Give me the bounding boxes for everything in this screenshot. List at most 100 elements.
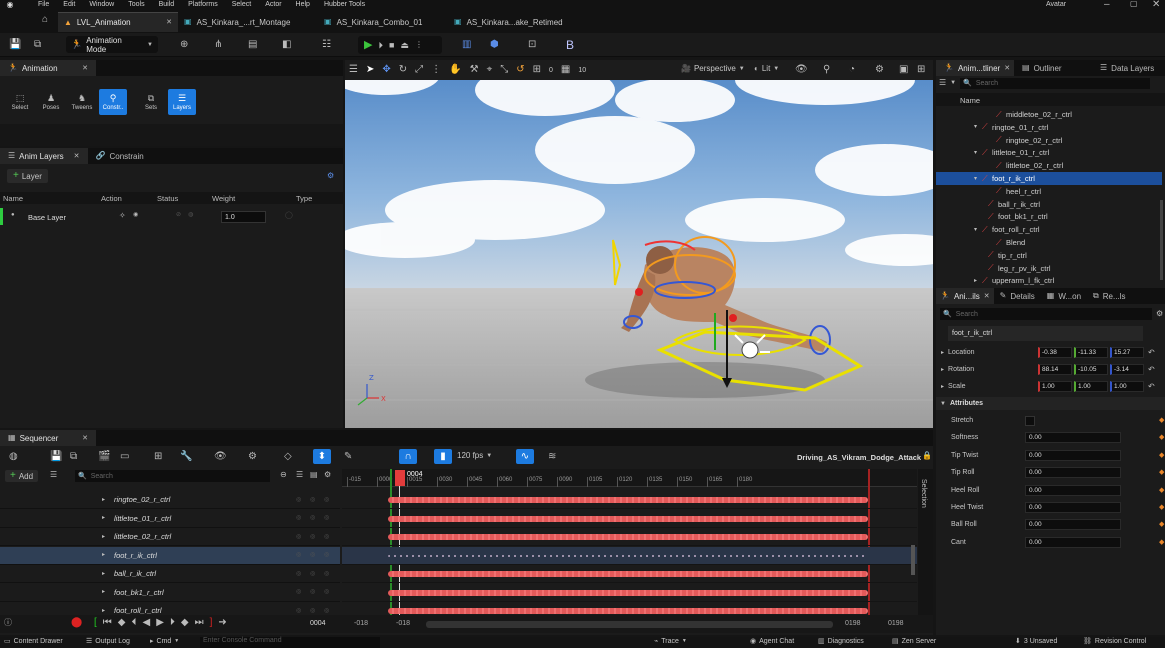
revision-control-button[interactable]: ⛓ Revision Control bbox=[1083, 638, 1146, 645]
camera-icon[interactable]: ⊡ bbox=[528, 40, 536, 50]
stats-icon[interactable]: ▥ bbox=[462, 40, 471, 50]
outliner-item[interactable]: ⟋ heel_r_ctrl bbox=[936, 185, 1162, 198]
world-local-icon[interactable]: ⌖ bbox=[487, 65, 493, 75]
playback-options-icon[interactable]: ⚙ bbox=[248, 452, 257, 462]
camera-cut-icon[interactable]: ▭ bbox=[120, 452, 129, 462]
mute-icon[interactable]: ◎ bbox=[310, 497, 315, 503]
play-step-icon[interactable]: ⏵ bbox=[378, 40, 383, 50]
track-row[interactable]: ▸ littletoe_02_r_ctrl ◎ ◎ ◎ bbox=[0, 528, 340, 546]
details-search-input[interactable]: 🔍 Search bbox=[940, 308, 1152, 320]
key-diamond-icon[interactable]: ◆ bbox=[1159, 539, 1164, 546]
prev-key-icon[interactable]: ◆ bbox=[118, 618, 126, 628]
chevron-right-icon[interactable]: ▸ bbox=[102, 515, 105, 521]
scale-x-field[interactable]: 1.00 bbox=[1038, 381, 1073, 392]
menu-item[interactable]: Select bbox=[232, 0, 251, 9]
snap-scale-icon[interactable]: ▦ bbox=[561, 65, 570, 75]
stretch-checkbox[interactable] bbox=[1025, 415, 1035, 426]
pan-hand-icon[interactable]: ✋ bbox=[449, 65, 461, 75]
tab-details[interactable]: ✎ Details bbox=[994, 288, 1041, 304]
viewport-grid-icon[interactable]: ⊞ bbox=[917, 65, 925, 75]
solo-icon[interactable]: ◎ bbox=[296, 515, 301, 521]
key-diamond-icon[interactable]: ◆ bbox=[1159, 434, 1164, 441]
viewport[interactable]: Z X ☰ ➤ ✥ ↻ ⤢ ⋮ ✋ ⚒ ⌖ ⤡ ↺ ⊞ 0 ▦ 10 🎥 Per… bbox=[345, 60, 933, 428]
cmd-dropdown[interactable]: ▸ Cmd ▼ bbox=[150, 638, 179, 645]
content-drawer-button[interactable]: ▭ Content Drawer bbox=[4, 638, 63, 645]
attribute-value-field[interactable]: 0.00 bbox=[1025, 536, 1121, 548]
keyframe-strip[interactable] bbox=[388, 534, 868, 540]
menu-item[interactable]: Tools bbox=[128, 0, 144, 9]
track-row[interactable]: ▸ littletoe_01_r_ctrl ◎ ◎ ◎ bbox=[0, 510, 340, 528]
user-name[interactable]: Avatar bbox=[1046, 0, 1066, 9]
key-options-icon[interactable]: ◇ bbox=[284, 452, 292, 462]
col-name[interactable]: Name bbox=[960, 96, 980, 105]
menu-item[interactable]: Platforms bbox=[188, 0, 218, 9]
lock-icon[interactable]: ◍ bbox=[188, 212, 193, 218]
loop-icon[interactable]: ➜ bbox=[218, 618, 226, 628]
console-input[interactable]: Enter Console Command bbox=[200, 637, 380, 648]
unreal-logo-icon[interactable]: ◉ bbox=[0, 0, 20, 9]
chevron-down-icon[interactable]: ▾ bbox=[974, 176, 977, 182]
set-start-icon[interactable]: [ bbox=[94, 618, 97, 628]
more-icon[interactable]: ⋮ bbox=[415, 41, 423, 49]
add-track-button[interactable]: + Add bbox=[5, 470, 39, 482]
mute-icon[interactable]: ◎ bbox=[310, 608, 315, 614]
tab-outliner[interactable]: ▤ Outliner bbox=[1014, 60, 1092, 76]
rotation-x-field[interactable]: 88.14 bbox=[1038, 364, 1073, 375]
lock-icon[interactable]: ◎ bbox=[324, 552, 329, 558]
transform-tool-icon[interactable]: ⚒ bbox=[470, 65, 479, 75]
keyframe-strip[interactable] bbox=[388, 497, 868, 503]
tab-sequencer[interactable]: ▦ Sequencer ✕ bbox=[0, 430, 96, 446]
select-action-icon[interactable]: ◉ bbox=[133, 212, 138, 218]
key-diamond-icon[interactable]: ◆ bbox=[1159, 417, 1164, 424]
doc-tab-montage[interactable]: ▣ AS_Kinkara_...rt_Montage bbox=[184, 12, 290, 32]
save-icon[interactable]: 💾 bbox=[50, 452, 62, 462]
fps-dropdown[interactable]: 120 fps ▼ bbox=[457, 451, 492, 460]
lock-icon[interactable]: 🔒 bbox=[922, 452, 932, 460]
col-action[interactable]: Action bbox=[101, 194, 122, 203]
rotation-z-field[interactable]: -3.14 bbox=[1110, 364, 1145, 375]
tab-close-icon[interactable]: ✕ bbox=[82, 435, 88, 442]
tab-anim-details[interactable]: 🏃 Ani...ils ✕ bbox=[936, 288, 994, 304]
chevron-right-icon[interactable]: ▸ bbox=[974, 278, 977, 284]
key-action-icon[interactable]: ✧ bbox=[119, 212, 126, 220]
view-options-icon[interactable]: 👁 bbox=[214, 452, 227, 462]
chevron-right-icon[interactable]: ▸ bbox=[941, 367, 944, 373]
move-icon[interactable]: ✥ bbox=[382, 65, 390, 75]
play-reverse-icon[interactable]: ◀ bbox=[142, 618, 150, 628]
mute-icon[interactable]: ◎ bbox=[310, 515, 315, 521]
lock-icon[interactable]: ◎ bbox=[324, 534, 329, 540]
location-x-field[interactable]: -0.38 bbox=[1038, 347, 1073, 358]
menu-item[interactable]: Build bbox=[159, 0, 175, 9]
track-lane[interactable] bbox=[342, 491, 917, 509]
tab-close-icon[interactable]: ✕ bbox=[166, 19, 172, 26]
chevron-right-icon[interactable]: ▸ bbox=[102, 497, 105, 503]
outliner-item[interactable]: ⟋ ringtoe_02_r_ctrl bbox=[936, 134, 1162, 147]
chevron-right-icon[interactable]: ▸ bbox=[102, 534, 105, 540]
pencil-icon[interactable]: ✎ bbox=[344, 452, 352, 462]
attribute-value-field[interactable]: 0.00 bbox=[1025, 502, 1121, 513]
solo-icon[interactable]: ◎ bbox=[296, 534, 301, 540]
col-name[interactable]: Name bbox=[3, 194, 23, 203]
list-icon[interactable]: ☰ bbox=[296, 471, 303, 479]
record-icon[interactable]: ⬤ bbox=[71, 618, 82, 628]
lock-icon[interactable]: ◎ bbox=[324, 589, 329, 595]
menu-item[interactable]: Window bbox=[89, 0, 114, 9]
keyframe-strip[interactable] bbox=[388, 515, 868, 522]
tab-close-icon[interactable]: ✕ bbox=[1004, 65, 1010, 72]
outliner-item[interactable]: ▾ ⟋ littletoe_01_r_ctrl bbox=[936, 146, 1162, 159]
chevron-right-icon[interactable]: ▸ bbox=[102, 589, 105, 595]
menu-item[interactable]: Help bbox=[296, 0, 310, 9]
outliner-item[interactable]: ▸ ⟋ upperarm_l_fk_ctrl bbox=[936, 274, 1162, 286]
browse-icon[interactable]: ⧉ bbox=[70, 452, 77, 462]
browse-icon[interactable]: ⧉ bbox=[34, 40, 41, 50]
mute-icon[interactable]: ◎ bbox=[310, 534, 315, 540]
timeline-scrollbar[interactable] bbox=[426, 621, 833, 628]
lock-icon[interactable]: ◎ bbox=[324, 497, 329, 503]
tab-close-icon[interactable]: ✕ bbox=[74, 153, 80, 160]
tab-anim-layers[interactable]: ☰ Anim Layers ✕ bbox=[0, 148, 88, 164]
settings-icon[interactable]: ☷ bbox=[322, 40, 331, 50]
filter-icon[interactable]: ☰ bbox=[50, 471, 57, 479]
eject-icon[interactable]: ⏏ bbox=[400, 40, 409, 50]
set-end-icon[interactable]: ] bbox=[210, 618, 213, 628]
menu-item[interactable]: Hubber Tools bbox=[324, 0, 365, 9]
